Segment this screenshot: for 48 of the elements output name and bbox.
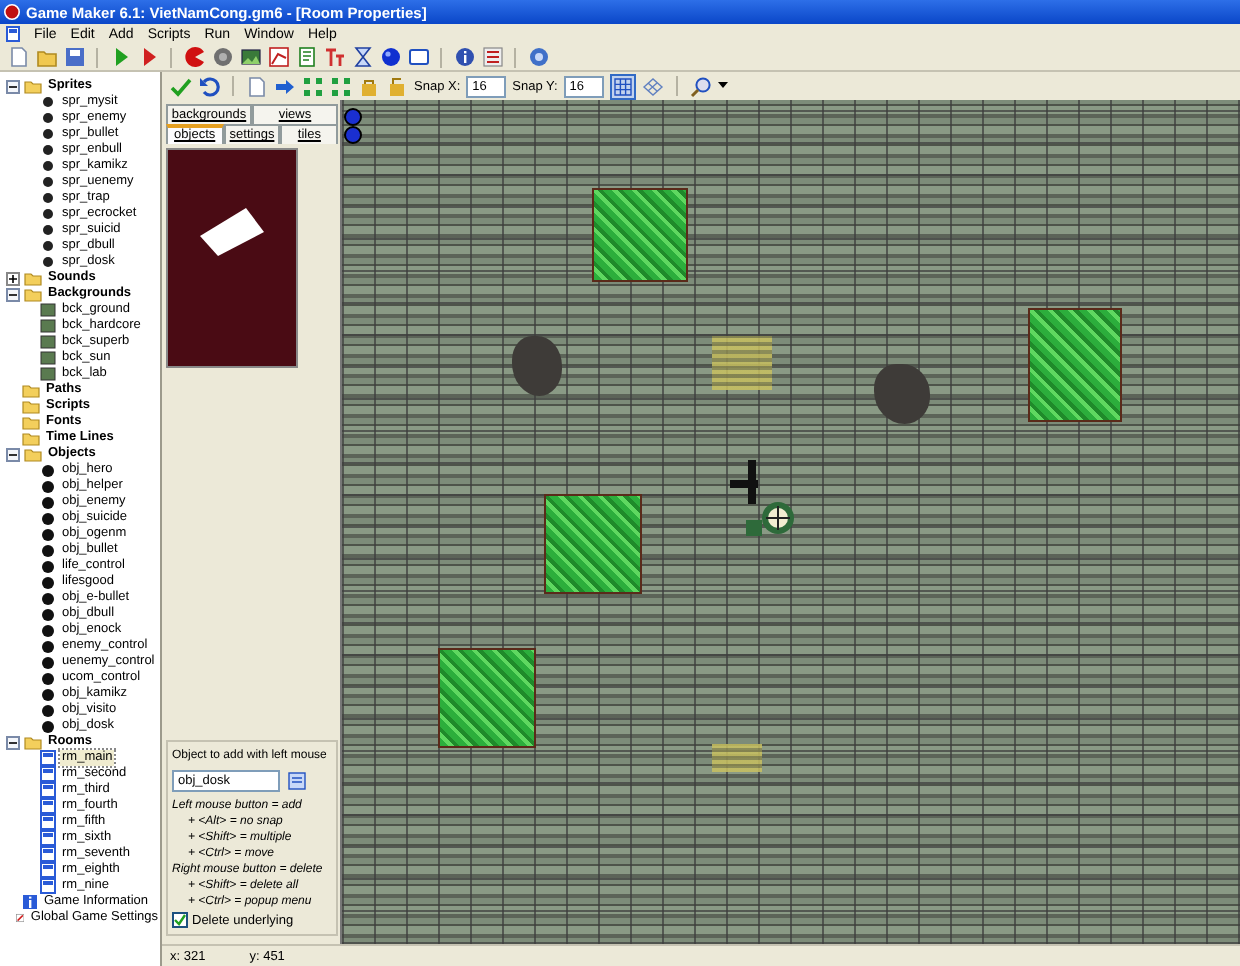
expander-toggle[interactable]	[6, 735, 20, 749]
minus-icon	[8, 289, 18, 299]
caret-icon[interactable]	[717, 82, 728, 90]
plus-icon	[8, 273, 18, 283]
grid-icon	[613, 77, 632, 95]
minus-icon	[8, 449, 18, 459]
grid-toggle-button[interactable]	[609, 73, 636, 99]
sand-patch	[712, 744, 762, 772]
checkmark-icon	[174, 914, 186, 926]
expander-toggle[interactable]	[6, 79, 20, 93]
ball-icon[interactable]	[379, 46, 401, 68]
checkmark-icon[interactable]	[170, 75, 192, 97]
grass-tile	[544, 494, 642, 594]
app-logo-icon	[4, 4, 20, 20]
grass-tile	[1028, 308, 1122, 422]
expander-toggle[interactable]	[6, 287, 20, 301]
arrow-right-icon[interactable]	[274, 75, 296, 97]
picture-icon[interactable]	[239, 46, 261, 68]
minus-icon	[8, 737, 18, 747]
list-icon[interactable]	[481, 46, 503, 68]
pacman-icon[interactable]	[183, 46, 205, 68]
grass-tile	[438, 648, 536, 748]
script-icon[interactable]	[295, 46, 317, 68]
minus-icon	[8, 81, 18, 91]
rock-shape	[874, 364, 930, 424]
undo-icon[interactable]	[198, 75, 220, 97]
zoom-icon[interactable]	[689, 75, 712, 97]
lock-icon[interactable]	[358, 75, 380, 97]
document-icon	[6, 26, 20, 42]
rock-shape	[512, 336, 562, 396]
window-icon[interactable]	[407, 46, 429, 68]
menu-picker-icon[interactable]	[288, 772, 306, 790]
folder-icon	[24, 79, 42, 93]
folder-icon	[24, 735, 42, 749]
font-icon[interactable]	[323, 46, 345, 68]
expander-toggle[interactable]	[6, 271, 20, 285]
delete-underlying-checkbox[interactable]	[172, 912, 188, 928]
expander-toggle[interactable]	[6, 447, 20, 461]
path-icon[interactable]	[267, 46, 289, 68]
info-icon[interactable]	[453, 46, 475, 68]
sand-patch	[712, 336, 772, 390]
grass-tile	[592, 188, 688, 282]
clear-page-icon[interactable]	[246, 75, 268, 97]
isometric-grid-icon[interactable]	[641, 75, 664, 97]
unlock-icon[interactable]	[386, 75, 408, 97]
tile-shape	[196, 206, 268, 258]
save-icon[interactable]	[63, 46, 85, 68]
info-icon	[22, 894, 38, 910]
